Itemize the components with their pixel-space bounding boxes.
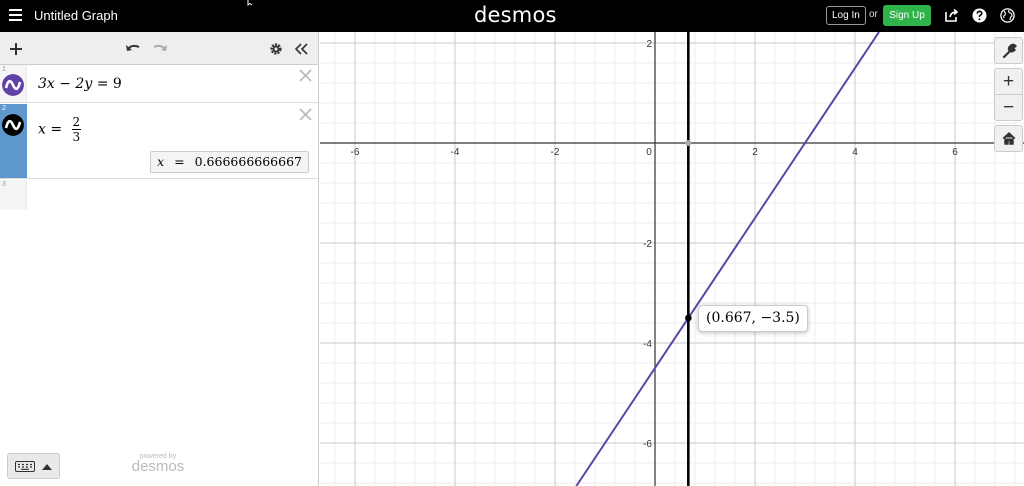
intersection-point[interactable]	[685, 314, 692, 322]
graph-title[interactable]: Untitled Graph	[34, 8, 118, 23]
x-tick-label: -2	[551, 147, 560, 158]
keyboard-icon	[15, 461, 35, 472]
wrench-icon	[1002, 43, 1017, 59]
signup-button[interactable]: Sign Up	[883, 5, 931, 26]
expressions-panel: 1 3x − 2y = 9 2 x = 2 3 x = 0.6666666666…	[0, 32, 319, 486]
expression-gutter: 3	[0, 180, 27, 210]
expression-input-2[interactable]: x = 2 3	[38, 115, 82, 144]
fraction-denominator: 3	[71, 129, 82, 144]
x-tick-label: 4	[852, 147, 858, 158]
expression-number: 1	[2, 66, 6, 73]
expression-number: 3	[2, 181, 6, 188]
fraction: 2 3	[71, 115, 82, 144]
expression-rhs: 9	[112, 76, 122, 92]
default-viewport-button[interactable]	[994, 125, 1023, 152]
expression-item-2[interactable]: 2 x = 2 3 x = 0.666666666667	[0, 104, 318, 179]
expression-item-1[interactable]: 1 3x − 2y = 9	[0, 65, 318, 103]
delete-expression-icon[interactable]	[299, 69, 312, 82]
globe-icon[interactable]	[1000, 8, 1015, 23]
x-tick-label: 6	[952, 147, 958, 158]
expression-lhs: 3x − 2y	[38, 76, 93, 92]
y-tick-label: -4	[643, 339, 652, 350]
expressions-toolbar	[0, 32, 318, 65]
equals-sign: =	[96, 76, 109, 92]
major-grid	[320, 32, 1024, 486]
expression-number: 2	[2, 105, 6, 112]
delete-expression-icon[interactable]	[299, 108, 312, 121]
point-coordinates-label[interactable]: (0.667, −3.5)	[698, 305, 808, 332]
y-tick-label: -6	[643, 439, 652, 450]
keypad-toggle-button[interactable]	[7, 453, 60, 479]
y-tick-label: 2	[646, 39, 652, 50]
minor-grid	[320, 32, 1024, 486]
powered-by-brand: desmos	[131, 458, 185, 475]
top-bar: Untitled Graph desmos Log In or Sign Up	[0, 0, 1024, 32]
zoom-in-button[interactable]: +	[994, 68, 1023, 95]
undo-icon[interactable]	[125, 42, 141, 54]
menu-icon[interactable]	[9, 9, 22, 21]
expression-lhs: x	[38, 121, 46, 138]
collapse-panel-icon[interactable]	[294, 42, 308, 56]
axis-intercept-point[interactable]	[685, 140, 692, 146]
x-axis-tick-labels: -6 -4 -2 0 2 4 6	[351, 147, 959, 158]
y-tick-label: -2	[643, 239, 652, 250]
x-tick-label: 2	[752, 147, 758, 158]
share-icon[interactable]	[944, 8, 959, 23]
axes	[320, 32, 1024, 486]
evaluation-output: x = 0.666666666667	[150, 151, 309, 173]
line-3x-minus-2y-equals-9	[575, 32, 880, 486]
login-button[interactable]: Log In	[826, 6, 866, 25]
add-item-icon[interactable]	[9, 42, 23, 56]
expression-item-3[interactable]: 3	[0, 180, 318, 210]
help-icon[interactable]	[972, 8, 987, 23]
caret-up-icon	[42, 464, 52, 470]
expression-gutter: 2	[0, 104, 27, 178]
or-label: or	[869, 9, 878, 20]
fraction-numerator: 2	[72, 115, 81, 129]
redo-icon[interactable]	[152, 42, 168, 54]
evaluation-variable: x	[157, 154, 165, 169]
home-icon	[1002, 132, 1015, 145]
cursor-icon	[247, 0, 253, 6]
graph-settings-button[interactable]	[994, 37, 1023, 64]
expression-input-1[interactable]: 3x − 2y = 9	[38, 76, 122, 92]
graph-style-icon[interactable]	[2, 114, 24, 136]
evaluation-value: 0.666666666667	[194, 154, 302, 169]
graph-curves	[575, 32, 880, 486]
x-tick-label: -6	[351, 147, 360, 158]
powered-by-logo: powered by desmos	[129, 453, 187, 475]
y-axis-tick-labels: 2 -2 -4 -6	[643, 39, 652, 450]
equals-sign: =	[50, 121, 63, 138]
zoom-out-button[interactable]: −	[994, 94, 1023, 121]
desmos-logo: desmos	[474, 3, 557, 27]
graph-style-icon[interactable]	[2, 74, 24, 96]
expression-gutter: 1	[0, 65, 27, 102]
x-tick-label: -4	[451, 147, 460, 158]
evaluation-equals: =	[174, 154, 185, 169]
x-tick-label: 0	[646, 147, 652, 158]
settings-gear-icon[interactable]	[269, 42, 283, 56]
graph-paper[interactable]: -6 -4 -2 0 2 4 6 2 -2 -4 -6	[320, 32, 1024, 486]
